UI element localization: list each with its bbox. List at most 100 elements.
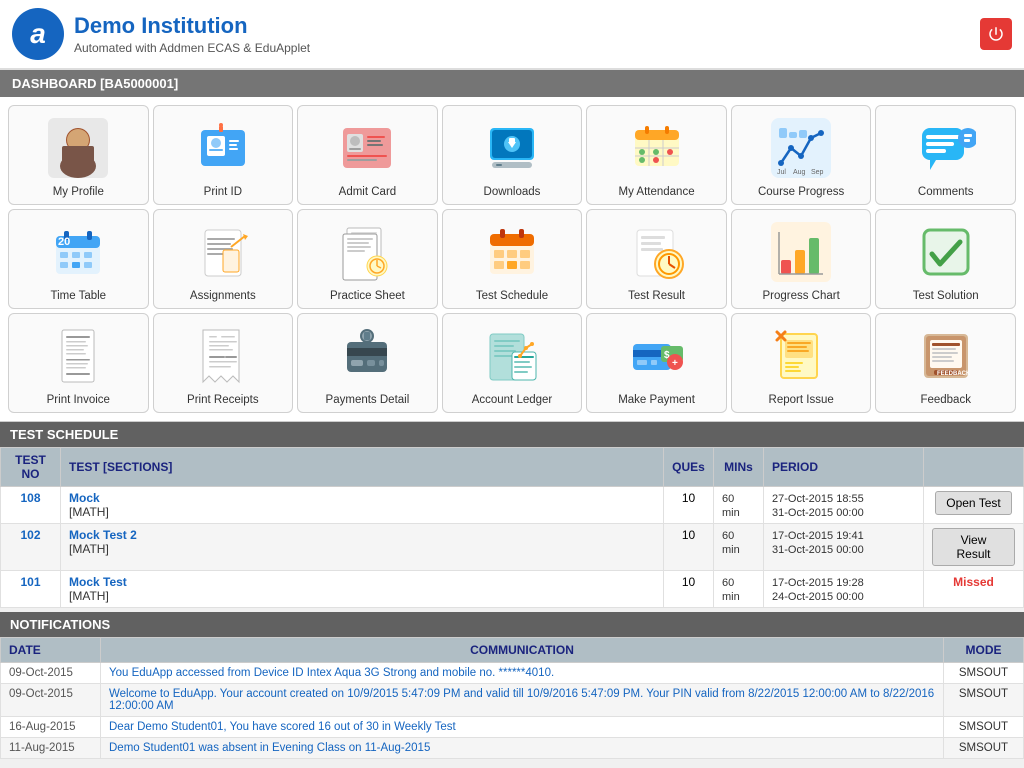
icon-account-ledger[interactable]: Account Ledger xyxy=(442,313,583,413)
time-table-icon: 20 xyxy=(46,220,110,284)
test-schedule-icon xyxy=(480,220,544,284)
icon-report-issue[interactable]: Report Issue xyxy=(731,313,872,413)
icon-practice-sheet[interactable]: Practice Sheet xyxy=(297,209,438,309)
test-period-cell: 27-Oct-2015 18:55 31-Oct-2015 00:00 xyxy=(764,487,924,524)
icon-time-table[interactable]: 20 Time Table xyxy=(8,209,149,309)
notifications-table: DATE COMMUNICATION MODE 09-Oct-2015 You … xyxy=(0,637,1024,759)
comments-icon xyxy=(914,116,978,180)
svg-text:Jul: Jul xyxy=(777,169,786,176)
test-period-end: 24-Oct-2015 00:00 xyxy=(772,591,864,603)
test-section: [MATH] xyxy=(69,505,109,519)
logo-icon: a xyxy=(12,8,64,60)
icon-test-solution[interactable]: Test Solution xyxy=(875,209,1016,309)
icon-print-invoice[interactable]: Print Invoice xyxy=(8,313,149,413)
icon-feedback[interactable]: FEEDBACK Feedback xyxy=(875,313,1016,413)
test-period-end: 31-Oct-2015 00:00 xyxy=(772,507,864,519)
svg-text:20: 20 xyxy=(58,236,70,248)
test-result-label: Test Result xyxy=(628,290,685,302)
make-payment-label: Make Payment xyxy=(618,394,695,406)
icon-my-attendance[interactable]: My Attendance xyxy=(586,105,727,205)
header-text: Demo Institution Automated with Addmen E… xyxy=(74,13,310,55)
test-schedule-title: TEST SCHEDULE xyxy=(10,427,118,442)
print-id-label: Print ID xyxy=(204,186,242,198)
svg-text:Aug: Aug xyxy=(793,169,806,176)
icon-print-id[interactable]: Print ID xyxy=(153,105,294,205)
attendance-label: My Attendance xyxy=(619,186,695,198)
icon-assignments[interactable]: Assignments xyxy=(153,209,294,309)
icon-make-payment[interactable]: $ + Make Payment xyxy=(586,313,727,413)
comments-label: Comments xyxy=(918,186,974,198)
th-test-sections: TEST [SECTIONS] xyxy=(61,448,664,487)
test-schedule-header: TEST SCHEDULE xyxy=(0,422,1024,447)
test-name: Mock Test xyxy=(69,575,127,589)
svg-text:+: + xyxy=(672,358,678,369)
test-mins: 60 min xyxy=(722,493,740,519)
th-ques: QUEs xyxy=(664,448,714,487)
notifications-header: NOTIFICATIONS xyxy=(0,612,1024,637)
print-id-icon xyxy=(191,116,255,180)
test-action-cell: View Result xyxy=(924,524,1024,571)
test-mins-cell: 60 min xyxy=(714,487,764,524)
test-section: [MATH] xyxy=(69,589,109,603)
test-action-cell: Open Test xyxy=(924,487,1024,524)
test-solution-label: Test Solution xyxy=(913,290,979,302)
notification-row: 16-Aug-2015 Dear Demo Student01, You hav… xyxy=(1,717,1024,738)
notif-message: Welcome to EduApp. Your account created … xyxy=(101,684,944,717)
test-solution-icon xyxy=(914,220,978,284)
report-issue-icon xyxy=(769,324,833,388)
test-row: 102 Mock Test 2 [MATH] 10 60 min 17-Oct-… xyxy=(1,524,1024,571)
notif-date: 09-Oct-2015 xyxy=(1,663,101,684)
account-ledger-label: Account Ledger xyxy=(472,394,553,406)
downloads-icon xyxy=(480,116,544,180)
print-invoice-icon xyxy=(46,324,110,388)
test-mins-cell: 60 min xyxy=(714,524,764,571)
test-schedule-table: TEST NO TEST [SECTIONS] QUEs MINs PERIOD… xyxy=(0,447,1024,608)
profile-label: My Profile xyxy=(53,186,104,198)
missed-badge: Missed xyxy=(953,575,994,589)
svg-text:FEEDBACK: FEEDBACK xyxy=(937,371,971,377)
icon-course-progress[interactable]: Jul Aug Sep Course Progress xyxy=(731,105,872,205)
test-action-cell: Missed xyxy=(924,571,1024,608)
notif-date: 11-Aug-2015 xyxy=(1,738,101,759)
icon-print-receipts[interactable]: Print Receipts xyxy=(153,313,294,413)
admit-card-label: Admit Card xyxy=(339,186,397,198)
attendance-icon xyxy=(625,116,689,180)
test-mins-cell: 60 min xyxy=(714,571,764,608)
icon-test-result[interactable]: Test Result xyxy=(586,209,727,309)
notif-message: Demo Student01 was absent in Evening Cla… xyxy=(101,738,944,759)
print-receipts-label: Print Receipts xyxy=(187,394,259,406)
course-progress-icon: Jul Aug Sep xyxy=(769,116,833,180)
power-button[interactable] xyxy=(980,18,1012,50)
print-invoice-label: Print Invoice xyxy=(47,394,110,406)
test-name-cell: Mock [MATH] xyxy=(61,487,664,524)
icon-payments-detail[interactable]: Payments Detail xyxy=(297,313,438,413)
dashboard-bar: DASHBOARD [BA5000001] xyxy=(0,70,1024,97)
icon-test-schedule[interactable]: Test Schedule xyxy=(442,209,583,309)
progress-chart-label: Progress Chart xyxy=(762,290,839,302)
notif-message: Dear Demo Student01, You have scored 16 … xyxy=(101,717,944,738)
notif-mode: SMSOUT xyxy=(944,738,1024,759)
test-name: Mock Test 2 xyxy=(69,528,137,542)
icon-comments[interactable]: Comments xyxy=(875,105,1016,205)
test-action-button[interactable]: Open Test xyxy=(935,491,1011,515)
test-mins: 60 min xyxy=(722,577,740,603)
test-name-cell: Mock Test [MATH] xyxy=(61,571,664,608)
test-no: 108 xyxy=(1,487,61,524)
notif-message: You EduApp accessed from Device ID Intex… xyxy=(101,663,944,684)
notifications-title: NOTIFICATIONS xyxy=(10,617,110,632)
th-communication: COMMUNICATION xyxy=(101,638,944,663)
test-period-start: 27-Oct-2015 18:55 xyxy=(772,493,864,505)
icon-my-profile[interactable]: My Profile xyxy=(8,105,149,205)
institution-name: Demo Institution xyxy=(74,13,310,39)
notif-mode: SMSOUT xyxy=(944,717,1024,738)
print-receipts-icon xyxy=(191,324,255,388)
test-action-button[interactable]: View Result xyxy=(932,528,1015,566)
institution-subtitle: Automated with Addmen ECAS & EduApplet xyxy=(74,41,310,55)
icon-progress-chart[interactable]: Progress Chart xyxy=(731,209,872,309)
test-period-end: 31-Oct-2015 00:00 xyxy=(772,544,864,556)
icon-admit-card[interactable]: Admit Card xyxy=(297,105,438,205)
test-row: 108 Mock [MATH] 10 60 min 27-Oct-2015 18… xyxy=(1,487,1024,524)
test-period-start: 17-Oct-2015 19:28 xyxy=(772,577,864,589)
icon-downloads[interactable]: Downloads xyxy=(442,105,583,205)
notification-row: 11-Aug-2015 Demo Student01 was absent in… xyxy=(1,738,1024,759)
